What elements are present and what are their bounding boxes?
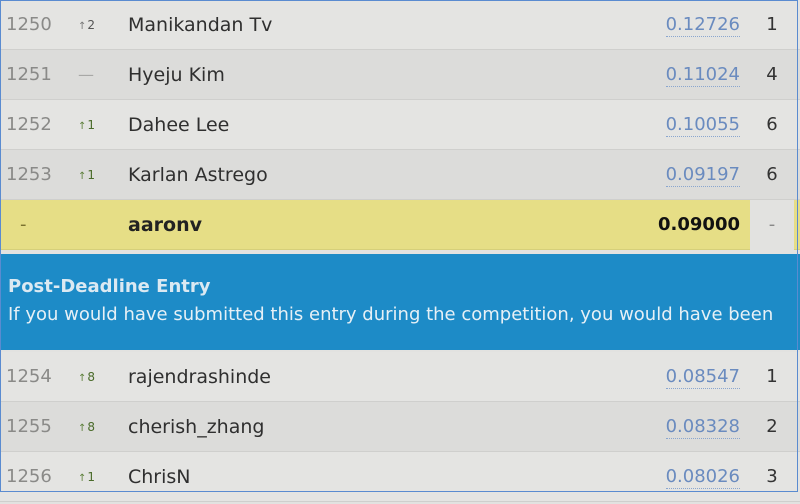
rank-change: — <box>78 65 94 84</box>
leaderboard-row: 1250 ↑2 Manikandan Tv 0.12726 1 <box>0 0 800 50</box>
rank-change-value: 8 <box>87 420 96 434</box>
score-link[interactable]: 0.12726 <box>640 0 740 50</box>
arrow-up-icon: ↑ <box>78 373 87 384</box>
score-value[interactable]: 0.10055 <box>665 114 740 137</box>
score-value[interactable]: 0.11024 <box>665 64 740 87</box>
post-deadline-banner: Post-Deadline Entry If you would have su… <box>0 254 800 350</box>
entries-count: 4 <box>766 64 778 85</box>
score-value[interactable]: 0.09197 <box>665 164 740 187</box>
entries-count: 1 <box>766 366 778 387</box>
leaderboard-row: 1251 — Hyeju Kim 0.11024 4 <box>0 50 800 100</box>
rank: 1256 <box>6 466 52 487</box>
rank-change-value: 1 <box>87 470 96 484</box>
rank: - <box>20 214 27 235</box>
rank: 1250 <box>6 14 52 35</box>
score-link[interactable]: 0.08026 <box>640 452 740 502</box>
score-value[interactable]: 0.12726 <box>665 14 740 37</box>
score-link[interactable]: 0.09197 <box>640 150 740 200</box>
rank-change: ↑8 <box>78 352 108 402</box>
team-name[interactable]: ChrisN <box>128 452 528 502</box>
score-link[interactable]: 0.10055 <box>640 100 740 150</box>
rank-change-value: 8 <box>87 370 96 384</box>
score-value[interactable]: 0.08026 <box>665 466 740 489</box>
leaderboard-row: 1253 ↑1 Karlan Astrego 0.09197 6 <box>0 150 800 200</box>
entries-count: 6 <box>766 164 778 185</box>
rank-change: ↑2 <box>78 0 108 50</box>
arrow-up-icon: ↑ <box>78 21 87 32</box>
rank: 1255 <box>6 416 52 437</box>
score-link[interactable]: 0.08328 <box>640 402 740 452</box>
rank-change-value: 1 <box>87 168 96 182</box>
team-name[interactable]: Manikandan Tv <box>128 0 528 50</box>
entries-count: 1 <box>766 14 778 35</box>
arrow-up-icon: ↑ <box>78 423 87 434</box>
entries-count: - <box>750 200 794 250</box>
rank: 1253 <box>6 164 52 185</box>
rank-change: ↑1 <box>78 452 108 502</box>
score-value[interactable]: 0.08328 <box>665 416 740 439</box>
rank-change: ↑1 <box>78 150 108 200</box>
entries-count: 2 <box>766 416 778 437</box>
rank-change-value: 1 <box>87 118 96 132</box>
arrow-up-icon: ↑ <box>78 473 87 484</box>
score-link[interactable]: 0.08547 <box>640 352 740 402</box>
rank-change: ↑1 <box>78 100 108 150</box>
leaderboard-row: 1252 ↑1 Dahee Lee 0.10055 6 <box>0 100 800 150</box>
score-value: 0.09000 <box>640 200 740 250</box>
current-user-row: - aaronv 0.09000 - <box>0 200 800 250</box>
leaderboard-row: 1256 ↑1 ChrisN 0.08026 3 <box>0 452 800 502</box>
arrow-up-icon: ↑ <box>78 121 87 132</box>
rank: 1252 <box>6 114 52 135</box>
entries-count: 6 <box>766 114 778 135</box>
team-name[interactable]: Karlan Astrego <box>128 150 528 200</box>
leaderboard-row: 1255 ↑8 cherish_zhang 0.08328 2 <box>0 402 800 452</box>
arrow-up-icon: ↑ <box>78 171 87 182</box>
score-value[interactable]: 0.08547 <box>665 366 740 389</box>
banner-title: Post-Deadline Entry <box>8 276 211 297</box>
score-text: 0.09000 <box>658 214 740 235</box>
rank: 1254 <box>6 366 52 387</box>
banner-message: If you would have submitted this entry d… <box>8 304 774 325</box>
leaderboard-row: 1254 ↑8 rajendrashinde 0.08547 1 <box>0 352 800 402</box>
team-name[interactable]: rajendrashinde <box>128 352 528 402</box>
rank-change-value: 2 <box>87 18 96 32</box>
team-name[interactable]: Hyeju Kim <box>128 50 528 100</box>
rank: 1251 <box>6 64 52 85</box>
entries-count: 3 <box>766 466 778 487</box>
team-name[interactable]: aaronv <box>128 200 528 250</box>
team-name[interactable]: Dahee Lee <box>128 100 528 150</box>
team-name[interactable]: cherish_zhang <box>128 402 528 452</box>
rank-change: ↑8 <box>78 402 108 452</box>
score-link[interactable]: 0.11024 <box>640 50 740 100</box>
